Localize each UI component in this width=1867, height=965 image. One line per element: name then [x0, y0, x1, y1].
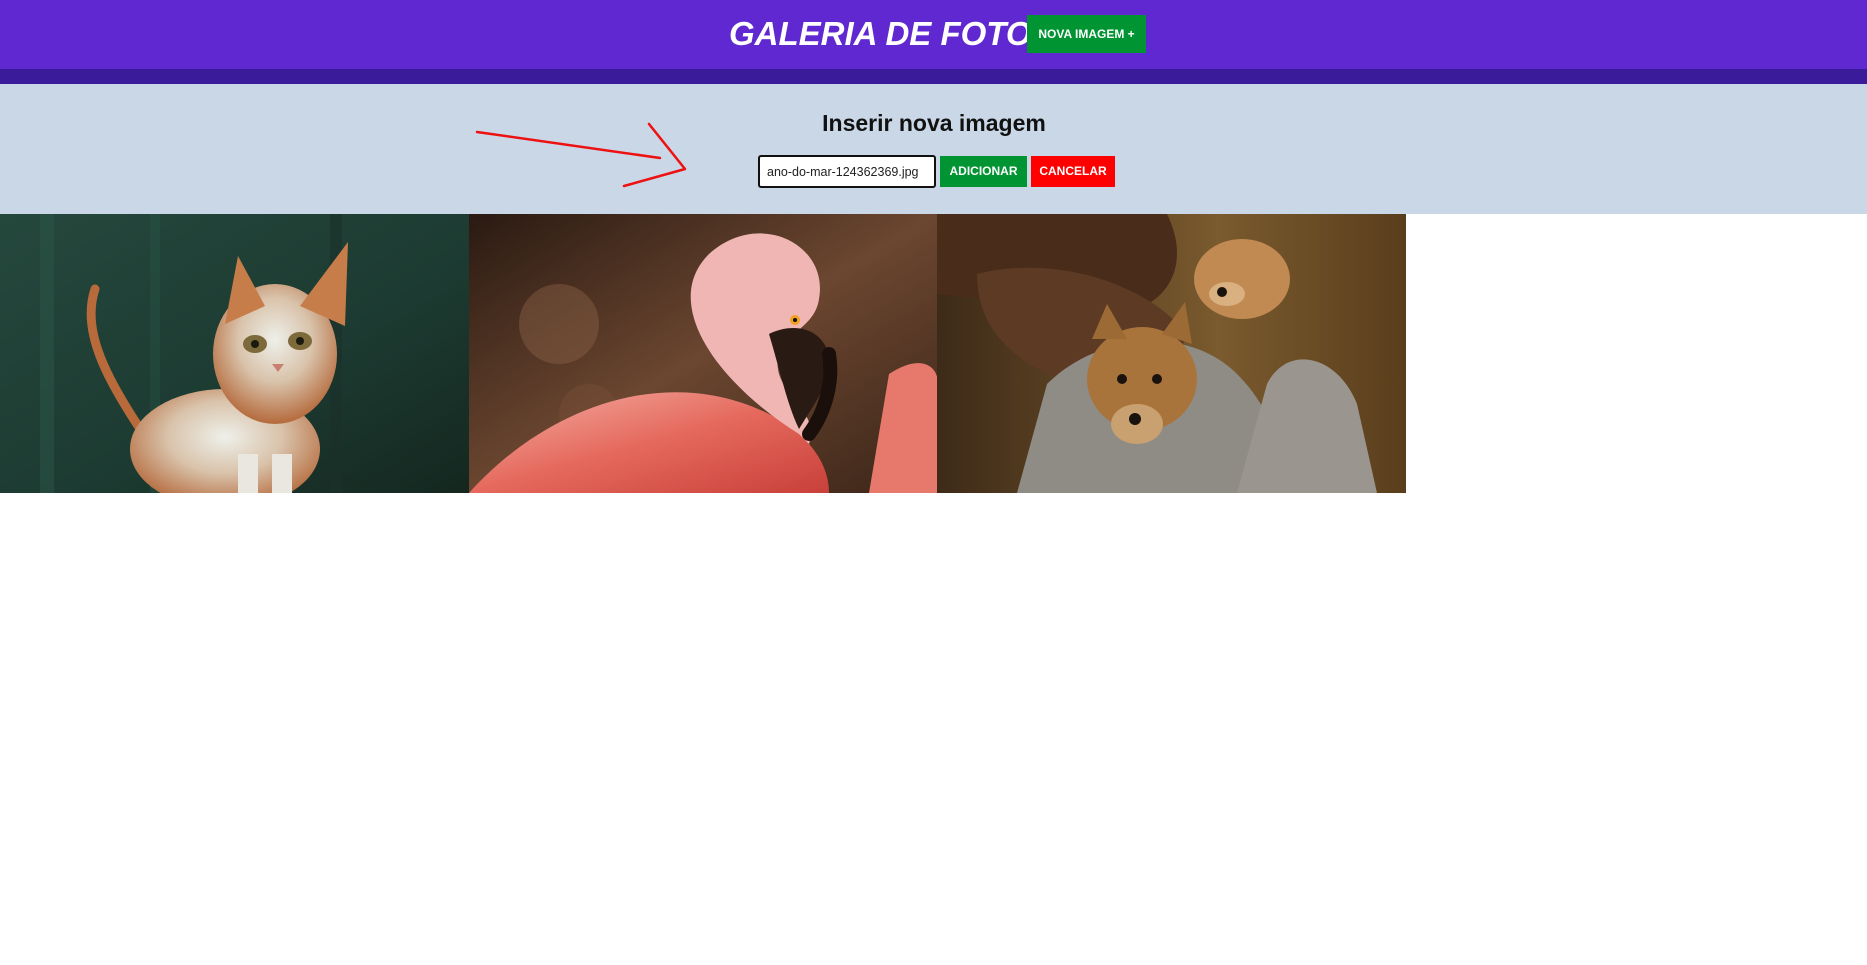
gallery-photo-puppies[interactable] [937, 214, 1407, 493]
new-image-panel [0, 84, 1867, 214]
cancel-button[interactable]: CANCELAR [1031, 156, 1115, 187]
gallery-photo-flamingo[interactable] [468, 214, 938, 493]
flamingo-image [468, 214, 938, 493]
gallery-photo-kitten[interactable] [0, 214, 469, 493]
page-title: GALERIA DE FOTOS [729, 15, 1054, 52]
add-button[interactable]: ADICIONAR [940, 156, 1027, 187]
arrow-shaft [475, 130, 662, 160]
puppies-image [937, 214, 1407, 493]
header-divider [0, 69, 1867, 84]
photo-gallery [0, 214, 1407, 493]
arrow-icon [475, 122, 687, 188]
kitten-image [0, 214, 469, 493]
image-url-input[interactable] [758, 155, 936, 188]
new-image-button[interactable]: NOVA IMAGEM + [1027, 15, 1146, 53]
new-image-title: Inserir nova imagem [822, 110, 1046, 136]
